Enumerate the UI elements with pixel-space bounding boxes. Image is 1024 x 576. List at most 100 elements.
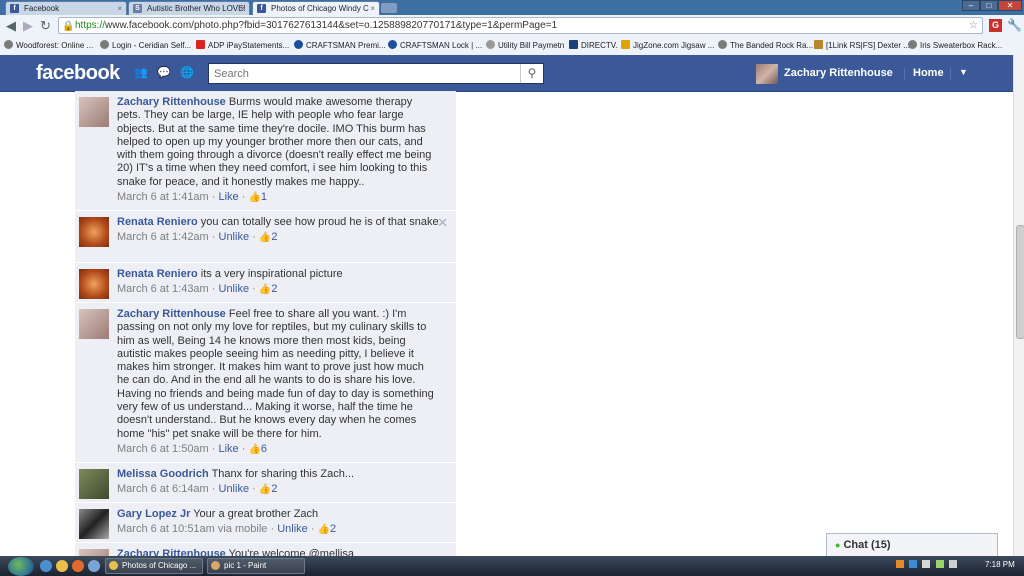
close-icon[interactable]: ✕ <box>437 215 448 231</box>
bookmark-item[interactable]: [1Link RS|FS] Dexter ... <box>814 40 910 51</box>
maximize-window-button[interactable]: □ <box>980 0 998 11</box>
chrome-icon[interactable] <box>56 560 68 572</box>
comment-timestamp[interactable]: March 6 at 1:50am <box>117 443 209 455</box>
avatar[interactable] <box>79 97 109 127</box>
bookmark-item[interactable]: Woodforest: Online ... <box>4 40 93 51</box>
address-bar[interactable]: 🔒 https://www.facebook.com/photo.php?fbi… <box>58 17 983 34</box>
extension-icon[interactable]: G <box>989 19 1002 32</box>
bookmark-item[interactable]: ADP iPayStatements... <box>196 40 289 51</box>
forward-arrow-icon[interactable]: ▶ <box>23 19 33 32</box>
unlike-link[interactable]: Unlike <box>219 231 250 243</box>
comment-timestamp[interactable]: March 6 at 1:41am <box>117 191 209 203</box>
new-tab-button[interactable] <box>381 3 397 13</box>
bookmark-item[interactable]: Utility Bill Paymetn <box>486 40 564 51</box>
avatar[interactable] <box>79 549 109 556</box>
comment-author[interactable]: Zachary Rittenhouse <box>117 548 226 556</box>
avatar[interactable] <box>79 269 109 299</box>
home-link[interactable]: Home <box>913 67 944 79</box>
comment-timestamp[interactable]: March 6 at 10:51am via mobile <box>117 523 267 535</box>
tray-icon[interactable] <box>896 560 904 568</box>
comment-author[interactable]: Zachary Rittenhouse <box>117 96 226 108</box>
bookmark-item[interactable]: Iris Sweaterbox Rack... <box>908 40 1002 51</box>
avatar[interactable] <box>79 217 109 247</box>
taskbar-task[interactable]: pic 1 - Paint <box>207 558 305 574</box>
back-arrow-icon[interactable]: ◀ <box>6 19 16 32</box>
account-chevron-down-icon[interactable]: ▼ <box>959 67 968 77</box>
comment-author[interactable]: Renata Reniero <box>117 216 198 228</box>
bookmark-item[interactable]: CRAFTSMAN Premi... <box>294 40 386 51</box>
bookmark-label: CRAFTSMAN Lock | ... <box>400 41 483 50</box>
comment: Zachary Rittenhouse You're welcome @mell… <box>75 543 456 556</box>
comment-timestamp[interactable]: March 6 at 6:14am <box>117 483 209 495</box>
tab-photos-chicago[interactable]: f Photos of Chicago Windy C × <box>252 1 380 15</box>
unlike-link[interactable]: Unlike <box>219 483 250 495</box>
page-scrollbar[interactable] <box>1013 55 1024 556</box>
tab-facebook[interactable]: f Facebook × <box>5 1 127 15</box>
avatar[interactable] <box>79 309 109 339</box>
tray-icon[interactable] <box>922 560 931 568</box>
comment-author[interactable]: Gary Lopez Jr <box>117 508 190 520</box>
like-link[interactable]: Like <box>219 443 239 455</box>
messages-icon[interactable]: 💬 <box>157 67 171 79</box>
chat-count: (15) <box>870 539 891 551</box>
close-tab-icon[interactable]: × <box>117 2 122 15</box>
comment: Renata Reniero its a very inspirational … <box>75 263 456 303</box>
bookmark-item[interactable]: CRAFTSMAN Lock | ... <box>388 40 482 51</box>
thumbs-up-icon: 👍 <box>248 443 261 455</box>
like-count[interactable]: 2 <box>330 523 336 535</box>
facebook-header: facebook 👥 💬 🌐 ⚲ Zachary Rittenhouse Hom… <box>0 55 1013 92</box>
lock-icon: 🔒 <box>62 21 75 32</box>
minimize-window-button[interactable]: – <box>962 0 980 11</box>
bookmark-favicon-icon <box>621 40 630 49</box>
close-window-button[interactable]: ✕ <box>998 0 1022 11</box>
comment-timestamp[interactable]: March 6 at 1:42am <box>117 231 209 243</box>
search-input[interactable] <box>209 64 521 83</box>
start-button-icon[interactable] <box>8 557 34 576</box>
reload-icon[interactable]: ↻ <box>40 19 51 32</box>
thumbs-up-icon: 👍 <box>258 284 272 296</box>
avatar[interactable] <box>79 509 109 539</box>
close-tab-icon[interactable]: × <box>370 2 375 15</box>
search-icon[interactable]: ⚲ <box>520 64 543 83</box>
clock[interactable]: 7:18 PM <box>985 560 1015 569</box>
like-count[interactable]: 6 <box>261 443 267 455</box>
bookmark-item[interactable]: Login - Ceridian Self... <box>100 40 191 51</box>
comment-author[interactable]: Renata Reniero <box>117 268 198 280</box>
bookmark-item[interactable]: DIRECTV. <box>569 40 618 51</box>
firefox-icon[interactable] <box>72 560 84 572</box>
like-count[interactable]: 1 <box>261 191 267 203</box>
bookmark-label: CRAFTSMAN Premi... <box>306 41 386 50</box>
comment-list: Zachary Rittenhouse Burms would make awe… <box>75 91 456 556</box>
friend-requests-icon[interactable]: 👥 <box>134 67 148 79</box>
facebook-logo[interactable]: facebook <box>36 62 120 85</box>
comment-text: Feel free to share all you want. :) I'm … <box>117 308 434 440</box>
close-tab-icon[interactable]: × <box>240 2 245 15</box>
explorer-icon[interactable] <box>88 560 100 572</box>
like-count[interactable]: 2 <box>271 231 277 243</box>
comment-author[interactable]: Melissa Goodrich <box>117 468 209 480</box>
network-icon[interactable] <box>935 560 944 568</box>
like-link[interactable]: Like <box>219 191 239 203</box>
like-count[interactable]: 2 <box>271 483 277 495</box>
ie-icon[interactable] <box>40 560 52 572</box>
unlike-link[interactable]: Unlike <box>277 523 308 535</box>
notifications-globe-icon[interactable]: 🌐 <box>180 67 194 79</box>
bookmark-favicon-icon <box>100 40 109 49</box>
comment-author[interactable]: Zachary Rittenhouse <box>117 308 226 320</box>
like-count[interactable]: 2 <box>271 283 277 295</box>
taskbar-task[interactable]: Photos of Chicago ... <box>105 558 203 574</box>
url-scheme: https:// <box>75 20 106 31</box>
bookmark-star-icon[interactable]: ☆ <box>969 18 978 33</box>
chat-button[interactable]: ● Chat (15) <box>826 533 998 556</box>
bookmark-item[interactable]: JigZone.com Jigsaw ... <box>621 40 714 51</box>
volume-icon[interactable] <box>948 560 957 568</box>
tab-autistic-brother[interactable]: S Autistic Brother Who LOVE! × <box>128 1 250 15</box>
comment-timestamp[interactable]: March 6 at 1:43am <box>117 283 209 295</box>
profile-name: Zachary Rittenhouse <box>784 67 893 79</box>
wrench-menu-icon[interactable]: 🔧 <box>1007 19 1022 32</box>
scrollbar-thumb[interactable] <box>1016 225 1024 339</box>
bookmark-item[interactable]: The Banded Rock Ra... <box>718 40 813 51</box>
unlike-link[interactable]: Unlike <box>219 283 250 295</box>
avatar[interactable] <box>79 469 109 499</box>
tray-icon[interactable] <box>909 560 918 568</box>
